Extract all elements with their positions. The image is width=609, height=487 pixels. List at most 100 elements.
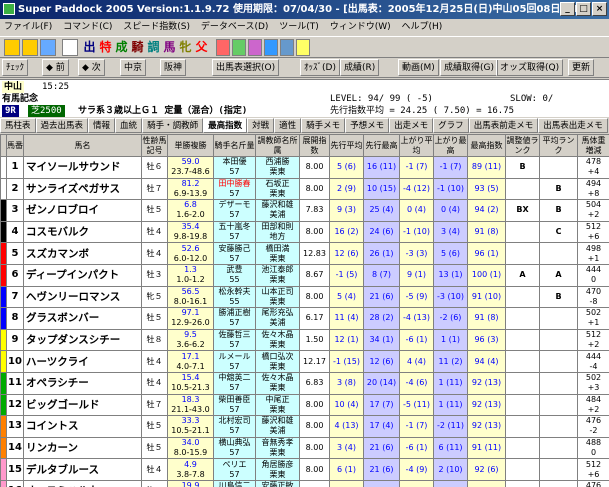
close-button[interactable]: × [592, 2, 607, 16]
table-row[interactable]: 8 グラスボンバー 牡５ 97.1 12.9-26.0 勝浦正樹 57 尾形充弘 美浦 6.17 1… [0, 307, 609, 330]
table-row[interactable]: 13 コイントス 牡５ 33.3 10.5-21.1 北村宏司 57 藤沢和雄 美浦 8.00 4 … [0, 415, 609, 438]
tab-past-entries[interactable]: 過去出馬表 [35, 118, 89, 133]
sire-button[interactable]: 父 [194, 39, 209, 56]
tab-prediction-memo[interactable]: 予想メモ [345, 118, 390, 133]
menu-speed-index[interactable]: スピード指数(S) [119, 19, 194, 36]
table-row[interactable]: 4 コスモバルク 牡４ 35.4 9.8-19.8 五十嵐冬 57 田部和則 地方 8.00 16 … [0, 220, 609, 244]
table-row[interactable]: 5 スズカマンボ 牡４ 52.6 6.0-12.0 安藤勝己 57 橋田満 栗東 12.83 12 … [0, 242, 609, 265]
cell-odds: 4.9 [184, 459, 197, 469]
table-row[interactable]: 1 マイソールサウンド 牡６ 59.0 23.7-48.6 本田優 57 西浦勝 栗東 8.00 5… [0, 156, 609, 179]
next-race-button[interactable]: ◆ 次 [78, 59, 105, 76]
internet-icon[interactable] [280, 39, 294, 56]
header-avg-rank[interactable]: 平均ランク [539, 134, 578, 157]
tab-umabashira[interactable]: 馬柱表 [0, 118, 36, 133]
video-button[interactable]: 動画(M) [398, 59, 439, 76]
table-row[interactable]: 7 ヘヴンリーロマンス 牝５ 56.5 8.0-16.1 松永幹夫 55 山本正司 栗東 8.00… [0, 285, 609, 309]
cell-odds: 34.0 [181, 438, 200, 448]
adjusted-rank [505, 371, 540, 395]
table-row[interactable]: 16オースミハルカ牝５19.912.1-25.2川島信二55安藤正敏栗東8.00… [0, 479, 609, 487]
menu-command[interactable]: コマンド(C) [59, 19, 116, 36]
table-row[interactable]: 9 タップダンスシチー 牡８ 9.5 3.6-6.2 佐藤哲三 57 佐々木晶 栗東 1.50 12… [0, 328, 609, 352]
open-icon[interactable] [4, 39, 20, 56]
header-pace-index[interactable]: 展開指数 [299, 134, 330, 157]
cell-mx: 92 (13) [471, 421, 502, 431]
header-adjusted-rank[interactable]: 調整値ランク [505, 134, 540, 157]
tab-aptitude[interactable]: 適性 [274, 118, 302, 133]
table-row[interactable]: 14 リンカーン 牡５ 34.0 8.0-15.9 横山典弘 57 音無秀孝 栗東 8.00 3 (… [0, 436, 609, 460]
save-icon[interactable] [40, 39, 56, 56]
avg-rank [539, 328, 578, 352]
check-button[interactable]: ﾁｪｯｸ [2, 59, 29, 76]
hanshin-tab[interactable]: 阪神 [160, 59, 187, 76]
header-name[interactable]: 馬名 [23, 134, 142, 157]
menu-window[interactable]: ウィンドウ(W) [326, 19, 395, 36]
tab-jockey-trainer[interactable]: 騎手・調教師 [142, 118, 204, 133]
globe-icon[interactable] [264, 39, 278, 56]
table-row[interactable]: 11 オペラシチー 牡４ 15.4 10.5-21.3 中舘英二 57 佐々木晶 栗東 6.83 3… [0, 371, 609, 395]
print-icon[interactable] [62, 39, 78, 56]
cell-jk: ペリエ [222, 459, 247, 469]
header-early-avg[interactable]: 先行平均 [329, 134, 364, 157]
maximize-button[interactable]: □ [576, 2, 591, 16]
header-odds[interactable]: 単勝複勝 [167, 134, 214, 157]
horse-button[interactable]: 馬 [162, 39, 177, 56]
tab-max-index[interactable]: 最高指数 [203, 118, 248, 133]
jockey-button[interactable]: 騎 [130, 39, 145, 56]
max-index: 92 (13) [467, 371, 506, 395]
minimize-button[interactable]: _ [560, 2, 575, 16]
header-sex-age[interactable]: 性齢馬記号 [141, 134, 168, 157]
header-number[interactable]: 馬番 [6, 134, 24, 157]
menu-help[interactable]: ヘルプ(H) [397, 19, 446, 36]
results-get-button[interactable]: 成績取得(G) [440, 59, 498, 76]
table-row[interactable]: 6 ディープインパクト 牡３ 1.3 1.0-1.2 武豊 55 池江泰郎 栗東 8.67 -1 (… [0, 263, 609, 287]
cell-jk: 北村宏司 [218, 416, 251, 426]
tab-jockey-memo[interactable]: 騎手メモ [301, 118, 346, 133]
calendar-icon[interactable] [216, 39, 230, 56]
special-button[interactable]: 特 [98, 39, 113, 56]
menu-database[interactable]: データベース(D) [197, 19, 273, 36]
table-row[interactable]: 12 ビッグゴールド 牡７ 18.3 21.1-43.0 柴田善臣 57 中尾正 栗東 8.00 1… [0, 393, 609, 417]
tab-entry-memo[interactable]: 出走メモ [389, 118, 434, 133]
results-button[interactable]: 成 [114, 39, 129, 56]
video-icon[interactable] [248, 39, 262, 56]
chart-icon[interactable] [232, 39, 246, 56]
tab-graph[interactable]: グラフ [433, 118, 469, 133]
menu-tools[interactable]: ツール(T) [275, 19, 323, 36]
shutuba-button[interactable]: 出 [82, 39, 97, 56]
folder-icon[interactable] [22, 39, 38, 56]
chukyo-tab[interactable]: 中京 [120, 59, 147, 76]
header-max-index[interactable]: 最高指数 [467, 134, 506, 157]
tab-prev-race-memo[interactable]: 出馬表前走メモ [468, 118, 539, 133]
early-avg: 9 (3) [329, 199, 364, 222]
header-weight[interactable]: 馬体重増減 [577, 134, 609, 157]
table-row[interactable]: 10 ハーツクライ 牡４ 17.1 4.0-7.1 ルメール 57 橋口弘次 栗東 12.17 -1… [0, 350, 609, 373]
prev-race-button[interactable]: ◆ 前 [42, 59, 69, 76]
odds-get-button[interactable]: オッズ取得(Q) [496, 59, 564, 76]
trainer-button[interactable]: 調 [146, 39, 161, 56]
memo-icon[interactable] [296, 39, 310, 56]
header-jockey[interactable]: 騎手名斤量 [213, 134, 256, 157]
table-row[interactable]: 3 ゼンノロブロイ 牡５ 6.8 1.6-2.0 デザーモ 57 藤沢和雄 美浦 7.83 9 (3… [0, 199, 609, 222]
dam-button[interactable]: 牝 [178, 39, 193, 56]
table-row[interactable]: 2 サンライズペガサス 牡７ 81.2 6.9-13.9 田中勝春 57 石坂正 栗東 8.00 2… [0, 177, 609, 201]
early-avg: 5 (6) [329, 156, 364, 179]
header-finish-avg[interactable]: 上がり平均 [399, 134, 434, 157]
results-fetch-button[interactable]: 成績(R) [340, 59, 380, 76]
menu-file[interactable]: ファイル(F) [0, 19, 56, 36]
cell-odds: 18.3 [181, 394, 200, 404]
race-select-button[interactable]: 出馬表選択(O) [212, 59, 280, 76]
cell-tr: 石坂正 [265, 178, 290, 188]
tab-info[interactable]: 情報 [88, 118, 116, 133]
header-early-max[interactable]: 先行最高 [363, 134, 400, 157]
table-row[interactable]: 15 デルタブルース 牡４ 4.9 3.8-7.8 ペリエ 57 角居勝彦 栗東 8.00 6 (1… [0, 458, 609, 481]
header-finish-max[interactable]: 上がり最高 [433, 134, 468, 157]
cell-fuku: 1.0-1.2 [176, 275, 205, 285]
header-trainer[interactable]: 調教師名所属 [255, 134, 300, 157]
tab-start-memo[interactable]: 出馬表出走メモ [538, 118, 608, 133]
cell-bd: +2 [587, 340, 600, 350]
tab-pedigree[interactable]: 血統 [115, 118, 143, 133]
tab-matchup[interactable]: 対戦 [247, 118, 275, 133]
odds-button[interactable]: ｵｯｽﾞ(D) [300, 59, 340, 76]
update-button[interactable]: 更新 [568, 59, 595, 76]
cell-fuku: 1.6-2.0 [176, 210, 205, 220]
